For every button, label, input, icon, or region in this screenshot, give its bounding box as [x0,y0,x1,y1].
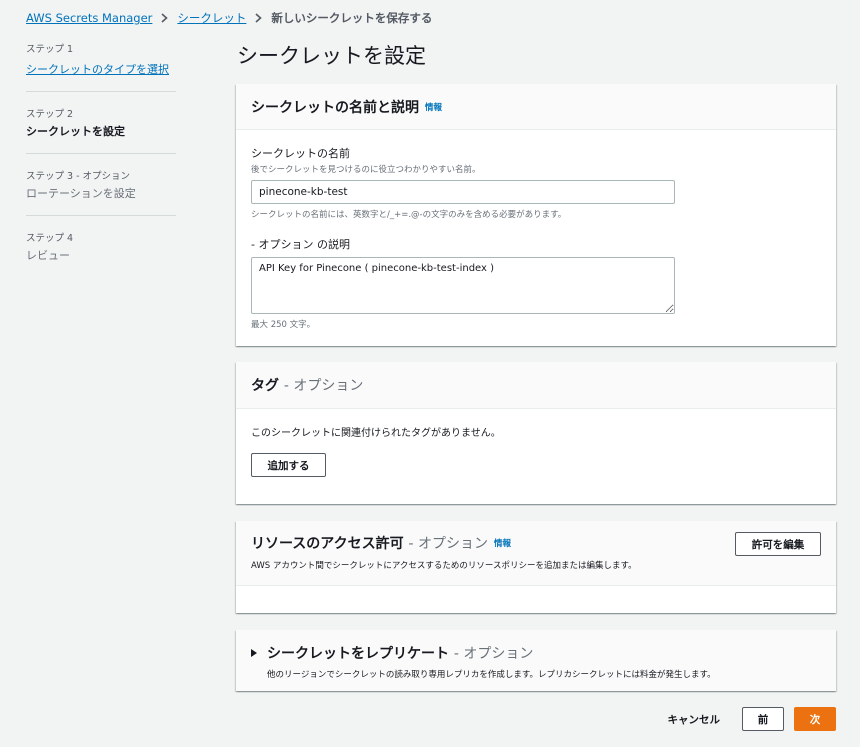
secret-name-panel: シークレットの名前と説明 情報 シークレットの名前 後でシークレットを見つけるの… [236,84,836,346]
resource-permissions-description: AWS アカウント間でシークレットにアクセスするためのリソースポリシーを追加また… [251,561,637,571]
wizard-step-3: ステップ 3 - オプション ローテーションを設定 [26,168,176,216]
step-title-review: レビュー [26,249,70,262]
step-title-current: シークレットを設定 [26,125,125,138]
description-constraint: 最大 250 文字。 [251,320,316,330]
panel-title: シークレットをレプリケート - オプション [267,643,533,663]
panel-body: このシークレットに関連付けられたタグがありません。 追加する [236,409,836,492]
step-label: ステップ 1 [26,44,74,55]
wizard-steps: ステップ 1 シークレットのタイプを選択 ステップ 2 シークレットを設定 ステ… [26,41,176,291]
wizard-step-4: ステップ 4 レビュー [26,230,176,277]
step-title-rotation: ローテーションを設定 [26,187,136,200]
wizard-step-1: ステップ 1 シークレットのタイプを選択 [26,41,176,92]
secret-name-description: 後でシークレットを見つけるのに役立つわかりやすい名前。 [251,165,481,175]
caret-right-icon[interactable] [251,649,257,657]
no-tags-message: このシークレットに関連付けられたタグがありません。 [251,428,501,439]
secret-name-input[interactable] [251,180,675,204]
page-title: シークレットを設定 [237,44,426,68]
step-label: ステップ 2 [26,109,74,120]
breadcrumb-current: 新しいシークレットを保存する [271,11,433,25]
wizard-step-2: ステップ 2 シークレットを設定 [26,106,176,154]
resource-permissions-panel: リソースのアクセス許可 - オプション 情報 AWS アカウント間でシークレット… [236,521,836,613]
panel-title: タグ - オプション [251,375,363,395]
footer-actions: キャンセル 前 次 [656,707,836,731]
info-link[interactable]: 情報 [494,537,511,549]
description-textarea[interactable]: API Key for Pinecone ( pinecone-kb-test-… [251,257,675,314]
secret-name-label: シークレットの名前 [251,147,350,160]
chevron-right-icon [255,13,263,23]
panel-title-text: リソースのアクセス許可 [251,536,404,552]
replicate-description: 他のリージョンでシークレットの読み取り専用レプリカを作成します。レプリカシークレ… [267,670,716,680]
next-button[interactable]: 次 [794,707,836,731]
panel-title-text: シークレットをレプリケート [267,646,449,662]
panel-header: シークレットの名前と説明 情報 [236,84,836,130]
info-link[interactable]: 情報 [425,101,442,113]
edit-permissions-button[interactable]: 許可を編集 [735,532,821,556]
optional-label: - オプション [408,536,488,552]
panel-header[interactable]: シークレットをレプリケート - オプション 他のリージョンでシークレットの読み取… [236,630,836,680]
panel-title-text: タグ [251,378,279,394]
breadcrumb: AWS Secrets Manager シークレット 新しいシークレットを保存す… [26,10,432,26]
step-link-choose-type[interactable]: シークレットのタイプを選択 [26,63,169,76]
replicate-secret-panel: シークレットをレプリケート - オプション 他のリージョンでシークレットの読み取… [236,630,836,691]
add-tag-button[interactable]: 追加する [251,453,326,477]
step-label: ステップ 3 - オプション [26,171,131,182]
breadcrumb-link-secrets[interactable]: シークレット [177,10,246,26]
description-label: - オプション の説明 [251,238,350,251]
optional-label: - オプション [453,646,534,662]
previous-button[interactable]: 前 [742,707,784,731]
panel-header: タグ - オプション [236,362,836,409]
step-label: ステップ 4 [26,233,74,244]
chevron-right-icon [161,13,169,23]
cancel-button[interactable]: キャンセル [656,707,733,731]
tags-panel: タグ - オプション このシークレットに関連付けられたタグがありません。 追加す… [236,362,836,504]
breadcrumb-link-secrets-manager[interactable]: AWS Secrets Manager [26,11,152,25]
optional-label: - オプション [283,378,364,394]
panel-body: シークレットの名前 後でシークレットを見つけるのに役立つわかりやすい名前。 シー… [236,130,836,330]
secret-name-constraint: シークレットの名前には、英数字と/_+=.@-の文字のみを含める必要があります。 [251,210,567,220]
panel-title: シークレットの名前と説明 [251,99,419,116]
panel-title: リソースのアクセス許可 - オプション [251,533,488,553]
panel-header: リソースのアクセス許可 - オプション 情報 AWS アカウント間でシークレット… [236,521,836,586]
